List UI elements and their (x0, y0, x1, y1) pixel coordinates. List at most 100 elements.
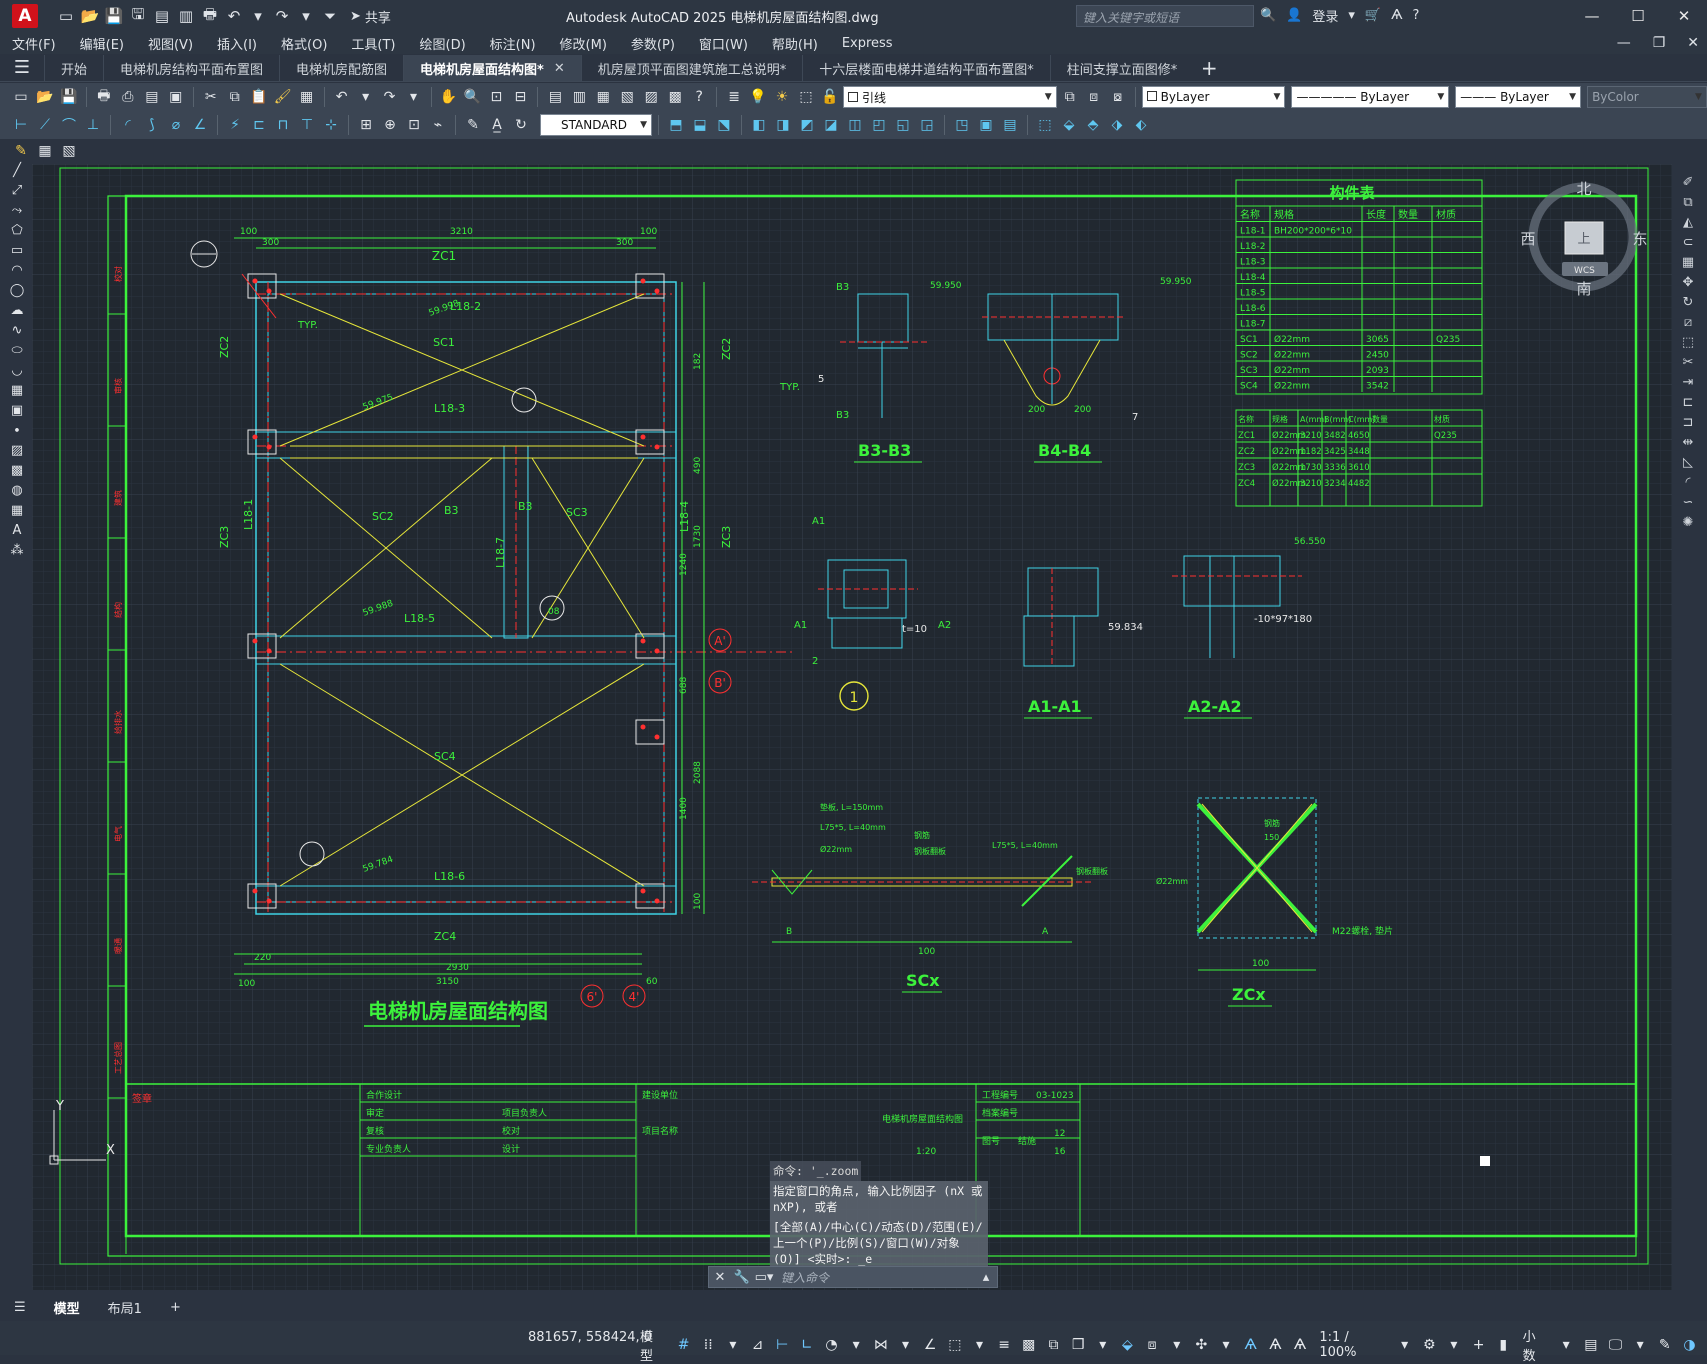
print-preview-icon[interactable]: ⎙ (117, 86, 139, 108)
copy-object-icon[interactable]: ⧉ (1677, 192, 1699, 212)
menu-item[interactable]: 文件(F) (0, 34, 68, 53)
plot-icon[interactable]: 🖶 (200, 5, 220, 26)
tool-palettes-icon[interactable]: ▦ (592, 86, 614, 108)
menu-item[interactable]: 格式(O) (269, 34, 339, 53)
insert-block-icon[interactable]: ▦ (6, 380, 28, 400)
share-button[interactable]: ➤ 共享 (350, 7, 391, 26)
dim-update-icon[interactable]: ↻ (510, 114, 532, 136)
doc-restore-icon[interactable]: ❐ (1653, 35, 1666, 51)
doc-minimize-icon[interactable]: — (1617, 35, 1631, 51)
redo-list-icon[interactable]: ▾ (403, 86, 425, 108)
snap-dropdown-icon[interactable]: ▾ (724, 1334, 743, 1356)
stretch-icon[interactable]: ⬚ (1677, 332, 1699, 352)
polar-tracking-icon[interactable]: ◔ (822, 1334, 841, 1356)
redo-icon[interactable]: ↷ (272, 6, 292, 26)
layer-on-icon[interactable]: 💡 (747, 86, 769, 108)
baseline-dim-icon[interactable]: ⊏ (248, 114, 270, 136)
color-combo[interactable]: ByLayer ▼ (1141, 86, 1286, 108)
trim-icon[interactable]: ✂ (1677, 352, 1699, 372)
layer-previous-icon[interactable]: ⧈ (1083, 86, 1105, 108)
offset-icon[interactable]: ⊂ (1677, 232, 1699, 252)
model-space-toggle[interactable]: 模型 (636, 1326, 668, 1364)
add-layout-icon[interactable]: + (156, 1293, 195, 1321)
quick-dim-icon[interactable]: ⚡ (224, 114, 246, 136)
dynamic-input-icon[interactable]: ⊢ (773, 1334, 792, 1356)
annotation-scale-value[interactable]: 1:1 / 100% (1315, 1330, 1389, 1360)
qnew-icon[interactable]: ▭ (10, 86, 32, 108)
close-tab-icon[interactable]: ✕ (554, 61, 565, 76)
layer-states-icon[interactable]: ⧇ (1107, 86, 1129, 108)
units-dropdown-icon[interactable]: ▾ (1557, 1334, 1576, 1356)
compass-south[interactable]: 南 (1576, 280, 1591, 298)
erase-icon[interactable]: ✐ (1677, 172, 1699, 192)
add-selected-icon[interactable]: ⁂ (6, 540, 28, 560)
mirror-icon[interactable]: ◭ (1677, 212, 1699, 232)
osnap-icon[interactable]: ⬚ (945, 1334, 964, 1356)
jogged-linear-icon[interactable]: ⌁ (427, 114, 449, 136)
polyline-icon[interactable]: ⤳ (6, 200, 28, 220)
snap-mode-icon[interactable]: ⁞⁞ (699, 1334, 718, 1356)
pan-icon[interactable]: ✋ (438, 86, 460, 108)
undo-icon[interactable]: ↶ (331, 86, 353, 108)
model-tab[interactable]: 模型 (40, 1293, 94, 1321)
ucs-orthographic-icon[interactable]: ⬗ (1106, 114, 1128, 136)
cut-icon[interactable]: ✂ (200, 86, 222, 108)
dim-space-icon[interactable]: ⊤ (296, 114, 318, 136)
annotation-visibility-icon[interactable]: Ѧ (1241, 1334, 1260, 1356)
menu-item[interactable]: 插入(I) (205, 34, 269, 53)
rotate-icon[interactable]: ↻ (1677, 292, 1699, 312)
ucs-zaxis-icon[interactable]: ◫ (844, 114, 866, 136)
ucs-apply-icon[interactable]: ▣ (975, 114, 997, 136)
ortho-icon[interactable]: ∟ (798, 1334, 817, 1356)
zoom-window-icon[interactable]: ⊡ (485, 86, 507, 108)
grip-point[interactable] (1480, 1156, 1490, 1166)
menu-item[interactable]: 视图(V) (136, 34, 205, 53)
menu-item[interactable]: 窗口(W) (687, 34, 760, 53)
ucs-origin-icon[interactable]: ◪ (820, 114, 842, 136)
break-point-icon[interactable]: ⊏ (1677, 392, 1699, 412)
minimize-icon[interactable]: — (1569, 0, 1615, 32)
workspace-gear-icon[interactable]: ⚙ (1420, 1334, 1439, 1356)
copy-icon[interactable]: ⧉ (224, 86, 246, 108)
polar-dropdown-icon[interactable]: ▾ (847, 1334, 866, 1356)
sheet-set-icon[interactable]: ▧ (616, 86, 638, 108)
angular-dim-icon[interactable]: ∠ (189, 114, 211, 136)
infer-constraints-icon[interactable]: ⊿ (748, 1334, 767, 1356)
menu-item[interactable]: 参数(P) (619, 34, 687, 53)
document-tab[interactable]: 机房屋顶平面图建筑施工总说明* (580, 55, 803, 81)
ucs-icon-toggle[interactable]: ⬙ (1058, 114, 1080, 136)
line-icon[interactable]: ╱ (6, 160, 28, 180)
block-editor-icon[interactable]: ▦ (296, 86, 318, 108)
array-icon[interactable]: ▦ (1677, 252, 1699, 272)
multiline-text-icon[interactable]: A (6, 520, 28, 540)
paste-icon[interactable]: 📋 (248, 86, 270, 108)
close-command-icon[interactable]: ✕ (709, 1270, 731, 1285)
join-icon[interactable]: ⇹ (1677, 432, 1699, 452)
help-icon[interactable]: ? (1413, 8, 1420, 23)
arc-length-icon[interactable]: ⌒ (58, 114, 80, 136)
dynamic-ucs-icon[interactable]: ⬙ (1118, 1334, 1137, 1356)
ucs-face-icon[interactable]: ◧ (748, 114, 770, 136)
3d-osnap-icon[interactable]: ❒ (1069, 1334, 1088, 1356)
annotation-monitor-icon[interactable]: + (1469, 1334, 1488, 1356)
undo-icon[interactable]: ↶ (224, 6, 244, 26)
ucs-3point-icon[interactable]: ◰ (868, 114, 890, 136)
markup-icon[interactable]: ▨ (640, 86, 662, 108)
jogged-dim-icon[interactable]: ⟆ (141, 114, 163, 136)
osnap-dropdown-icon[interactable]: ▾ (970, 1334, 989, 1356)
circle-icon[interactable]: ◯ (6, 280, 28, 300)
grid-toggle-icon[interactable]: # (674, 1334, 693, 1356)
undo-list-icon[interactable]: ▾ (355, 86, 377, 108)
zoom-previous-icon[interactable]: ⊟ (509, 86, 531, 108)
dim-break-icon[interactable]: ⊹ (320, 114, 342, 136)
ucs-settings-icon[interactable]: ⬚ (1034, 114, 1056, 136)
point-icon[interactable]: ∙ (6, 420, 28, 440)
command-history-icon[interactable]: ▴ (975, 1270, 997, 1285)
lock-ui-icon[interactable]: 🖵 (1606, 1334, 1625, 1356)
spline-icon[interactable]: ∿ (6, 320, 28, 340)
autocad-logo-icon[interactable]: A (12, 4, 38, 28)
open-icon[interactable]: 📂 (34, 86, 56, 108)
command-prompt-icon[interactable]: ▭▾ (753, 1270, 775, 1285)
rectangle-icon[interactable]: ▭ (6, 240, 28, 260)
open-web-icon[interactable]: ▤ (152, 6, 172, 26)
